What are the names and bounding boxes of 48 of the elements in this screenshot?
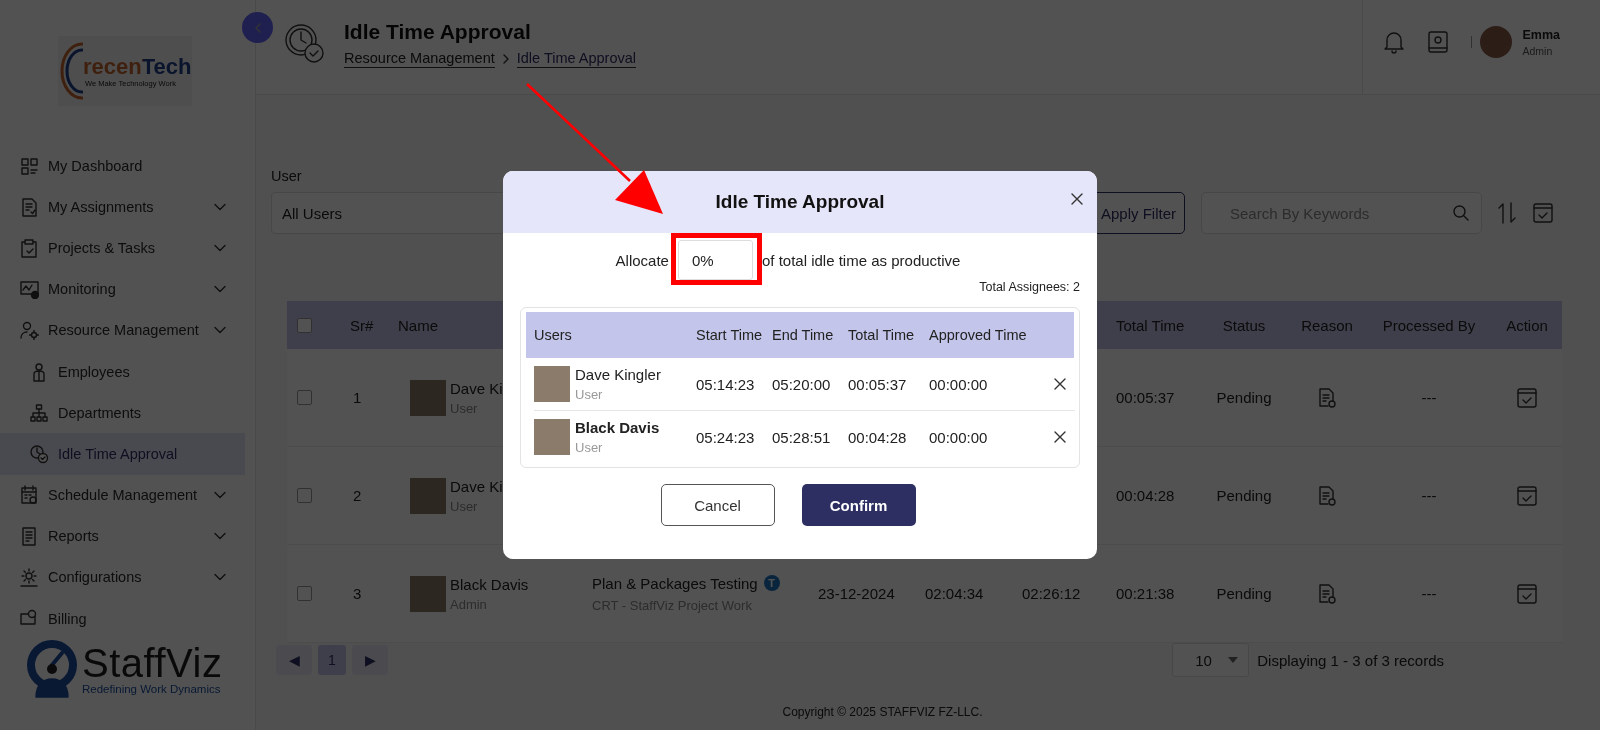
allocate-label: of total idle time as productive [761,251,961,269]
brand-name: StaffViz [82,643,223,684]
user-role: User [575,387,604,402]
brand-tagline: Redefining Work Dynamics [82,683,222,696]
table-cell: 05:14:23 [696,375,755,393]
table-cell: 00:05:37 [1116,389,1175,406]
total-assignees-text: Total Assignees: 2 [978,280,1081,294]
table-cell: 05:20:00 [772,375,831,393]
table-cell: 00:04:28 [848,428,907,446]
type-badge: T [763,575,780,591]
column-header: Start Time [695,327,763,343]
allocate-label: Allocate [615,251,669,269]
column-header: Total Time [847,327,915,343]
table-cell: 05:24:23 [696,428,755,446]
user-name: Dave Ki [450,379,503,397]
field-label: User [271,168,303,184]
table-cell: 00:00:00 [929,428,988,446]
status-text: Pending [1216,389,1272,406]
column-header: Users [533,327,572,343]
column-header: End Time [771,327,834,343]
project-name: Plan & Packages Testing [592,574,758,592]
status-text: Pending [1216,585,1272,602]
page-title: Idle Time Approval [344,20,532,44]
row-number: 3 [352,585,362,602]
table-cell: 00:04:28 [1116,487,1175,504]
row-number: 2 [352,487,362,504]
table-cell: 23-12-2024 [818,585,895,602]
column-header: Approved Time [928,327,1027,343]
records-summary: Displaying 1 - 3 of 3 records [1257,651,1444,669]
user-name: Dave Kingler [575,366,661,383]
table-cell: --- [1421,585,1437,602]
table-cell: 00:21:38 [1116,585,1175,602]
table-cell: 00:05:37 [848,375,907,393]
table-cell: --- [1421,389,1437,406]
table-cell: 02:04:34 [925,585,984,602]
table-cell: 02:26:12 [1022,585,1081,602]
table-cell: --- [1421,487,1437,504]
user-name: Black Davis [450,575,529,593]
user-name: Black Davis [575,419,660,436]
row-number: 1 [352,389,362,406]
copyright-text: Copyright © 2025 STAFFVIZ FZ-LLC. [781,705,984,719]
table-cell: 00:00:00 [929,375,988,393]
dialog-title: Idle Time Approval [715,191,885,213]
status-text: Pending [1216,487,1272,504]
table-cell: 05:28:51 [772,428,831,446]
user-name: Emma [1522,27,1560,42]
user-role: User [575,440,604,455]
user-name: Dave Ki [450,477,503,495]
